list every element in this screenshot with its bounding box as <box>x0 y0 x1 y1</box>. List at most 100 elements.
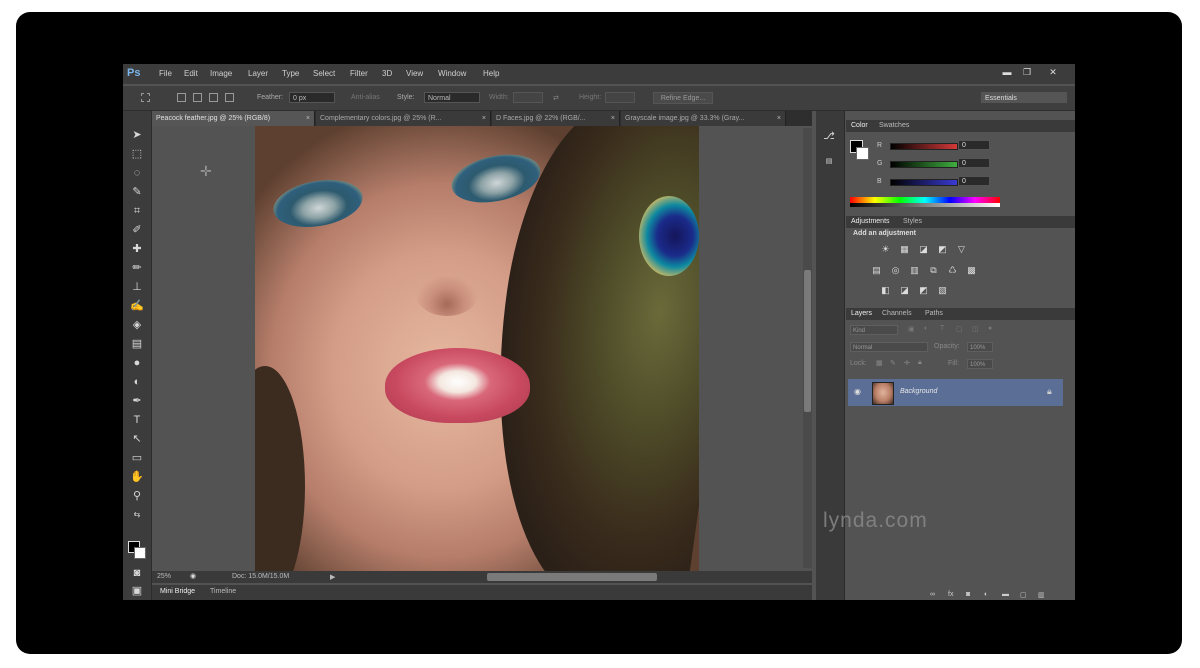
vertical-scroll-thumb[interactable] <box>804 270 811 412</box>
link-layers-icon[interactable]: ∞ <box>930 591 938 599</box>
width-input[interactable] <box>513 92 543 103</box>
filter-type-icon[interactable]: T <box>940 325 944 332</box>
horizontal-scroll-thumb[interactable] <box>487 573 657 581</box>
tab-channels[interactable]: Channels <box>882 310 912 317</box>
blue-slider[interactable] <box>890 179 958 186</box>
layer-filter-kind-select[interactable]: Kind <box>850 325 898 335</box>
quick-mask-icon[interactable]: ◙ <box>130 566 144 580</box>
height-input[interactable] <box>605 92 635 103</box>
tab-adjustments[interactable]: Adjustments <box>851 218 890 225</box>
status-menu-arrow[interactable]: ▶ <box>330 573 335 581</box>
posterize-icon[interactable]: ◪ <box>899 285 910 295</box>
menu-3d[interactable]: 3D <box>382 69 392 78</box>
layer-row-background[interactable]: ◉ Background 🔒︎ <box>848 379 1063 406</box>
lock-all-icon[interactable]: 🔒︎ <box>918 359 922 367</box>
path-select-tool-icon[interactable]: ↖ <box>130 432 144 446</box>
color-spectrum-ramp[interactable] <box>850 197 1000 207</box>
tab-paths[interactable]: Paths <box>925 310 943 317</box>
marquee-preset-icon[interactable] <box>141 93 150 102</box>
layer-name[interactable]: Background <box>900 388 937 395</box>
pen-tool-icon[interactable]: ✒ <box>130 394 144 408</box>
history-brush-tool-icon[interactable]: ✍ <box>130 299 144 313</box>
gradient-tool-icon[interactable]: ▤ <box>130 337 144 351</box>
menu-type[interactable]: Type <box>282 69 299 78</box>
tab-faces[interactable]: D Faces.jpg @ 22% (RGB/... × <box>492 111 620 126</box>
filter-shape-icon[interactable]: ▢ <box>956 325 963 333</box>
crop-tool-icon[interactable]: ⌗ <box>130 204 144 218</box>
feather-input[interactable]: 0 px <box>289 92 335 103</box>
fill-input[interactable]: 100% <box>967 359 993 369</box>
menu-edit[interactable]: Edit <box>184 69 198 78</box>
tab-color[interactable]: Color <box>851 122 868 129</box>
filter-adjustment-icon[interactable]: ◐ <box>924 325 928 332</box>
document-canvas[interactable]: ✛ <box>152 126 812 571</box>
photo-filter-icon[interactable]: ⧉ <box>928 265 939 275</box>
swap-colors-icon[interactable]: ⇆ <box>130 508 144 522</box>
quick-select-tool-icon[interactable]: ✎ <box>130 185 144 199</box>
black-white-icon[interactable]: ▥ <box>909 265 920 275</box>
layer-style-icon[interactable]: fx <box>948 591 956 599</box>
type-tool-icon[interactable]: T <box>130 413 144 427</box>
eraser-tool-icon[interactable]: ◈ <box>130 318 144 332</box>
channel-mixer-icon[interactable]: ♺ <box>947 265 958 275</box>
vibrance-icon[interactable]: ▽ <box>956 244 967 254</box>
delete-layer-icon[interactable]: ▥ <box>1038 591 1046 599</box>
color-lookup-icon[interactable]: ▩ <box>966 265 977 275</box>
move-tool-icon[interactable]: ➤ <box>130 128 144 142</box>
properties-panel-icon[interactable]: ▤ <box>822 157 836 171</box>
background-color-swatch[interactable] <box>134 547 146 559</box>
vertical-scrollbar[interactable] <box>803 128 812 568</box>
tab-close-icon[interactable]: × <box>611 111 615 126</box>
tab-mini-bridge[interactable]: Mini Bridge <box>160 588 195 595</box>
tab-grayscale-image[interactable]: Grayscale image.jpg @ 33.3% (Gray... × <box>621 111 786 126</box>
zoom-level[interactable]: 25% <box>157 573 171 580</box>
new-group-icon[interactable]: ▬ <box>1002 591 1010 599</box>
zoom-tool-icon[interactable]: ⚲ <box>130 489 144 503</box>
layer-mask-icon[interactable]: ◙ <box>966 591 974 599</box>
curves-icon[interactable]: ◪ <box>918 244 929 254</box>
menu-layer[interactable]: Layer <box>248 69 268 78</box>
color-balance-icon[interactable]: ◎ <box>890 265 901 275</box>
red-slider[interactable] <box>890 143 958 150</box>
document-info-icon[interactable]: ◉ <box>190 572 196 580</box>
gradient-map-icon[interactable]: ▧ <box>937 285 948 295</box>
refine-edge-button[interactable]: Refine Edge... <box>653 92 713 104</box>
lock-position-icon[interactable]: ✛ <box>904 359 910 367</box>
opacity-input[interactable]: 100% <box>967 342 993 352</box>
green-value-input[interactable]: 0 <box>958 158 990 168</box>
levels-icon[interactable]: ▦ <box>899 244 910 254</box>
hand-tool-icon[interactable]: ✋ <box>130 470 144 484</box>
layer-visibility-eye-icon[interactable]: ◉ <box>854 387 861 396</box>
healing-brush-tool-icon[interactable]: ✚ <box>130 242 144 256</box>
dodge-tool-icon[interactable]: ◐ <box>130 375 144 389</box>
menu-filter[interactable]: Filter <box>350 69 368 78</box>
threshold-icon[interactable]: ◩ <box>918 285 929 295</box>
brush-tool-icon[interactable]: ✏ <box>130 261 144 275</box>
lock-transparent-icon[interactable]: ▦ <box>876 359 883 367</box>
workspace-select[interactable]: Essentials <box>981 92 1067 103</box>
maximize-button[interactable]: ❐ <box>1019 67 1035 79</box>
tab-timeline[interactable]: Timeline <box>210 588 236 595</box>
close-button[interactable]: ✕ <box>1045 67 1061 79</box>
color-background-swatch[interactable] <box>856 147 869 160</box>
tab-close-icon[interactable]: × <box>482 111 486 126</box>
invert-icon[interactable]: ◧ <box>880 285 891 295</box>
blur-tool-icon[interactable]: ● <box>130 356 144 370</box>
tab-styles[interactable]: Styles <box>903 218 922 225</box>
tab-close-icon[interactable]: × <box>306 111 310 126</box>
filter-toggle-icon[interactable]: ● <box>988 325 992 332</box>
menu-file[interactable]: File <box>159 69 172 78</box>
clone-stamp-tool-icon[interactable]: ⊥ <box>130 280 144 294</box>
green-slider[interactable] <box>890 161 958 168</box>
new-layer-icon[interactable]: ▢ <box>1020 591 1028 599</box>
tab-close-icon[interactable]: × <box>777 111 781 126</box>
portrait-photo[interactable] <box>255 126 699 571</box>
blend-mode-select[interactable]: Normal <box>850 342 928 352</box>
eyedropper-tool-icon[interactable]: ✐ <box>130 223 144 237</box>
style-select[interactable]: Normal <box>424 92 480 103</box>
intersect-selection-icon[interactable] <box>225 93 234 102</box>
filter-smart-object-icon[interactable]: ◫ <box>972 325 979 333</box>
antialias-checkbox[interactable]: Anti-alias <box>351 94 380 101</box>
marquee-tool-icon[interactable]: ⬚ <box>130 147 144 161</box>
filter-pixel-icon[interactable]: ▣ <box>908 325 915 333</box>
